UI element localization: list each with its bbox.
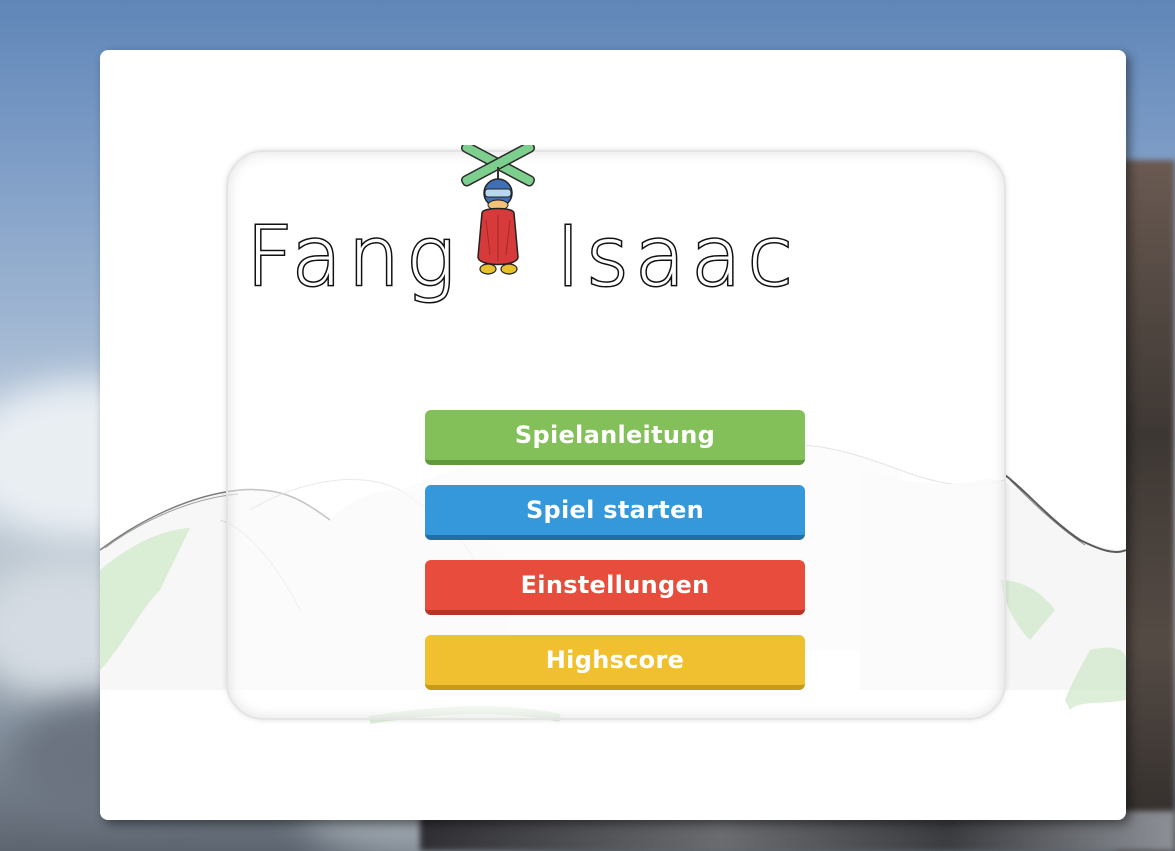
logo-title-part1: Fang — [244, 210, 462, 305]
settings-button[interactable]: Einstellungen — [425, 560, 805, 615]
instructions-button[interactable]: Spielanleitung — [425, 410, 805, 465]
game-logo: Fang Isaac — [240, 145, 794, 365]
helicopter-boy-mascot-icon — [460, 145, 536, 275]
highscore-button[interactable]: Highscore — [425, 635, 805, 690]
start-game-button[interactable]: Spiel starten — [425, 485, 805, 540]
logo-title-part2: Isaac — [555, 210, 799, 305]
main-menu: Spielanleitung Spiel starten Einstellung… — [425, 410, 805, 710]
